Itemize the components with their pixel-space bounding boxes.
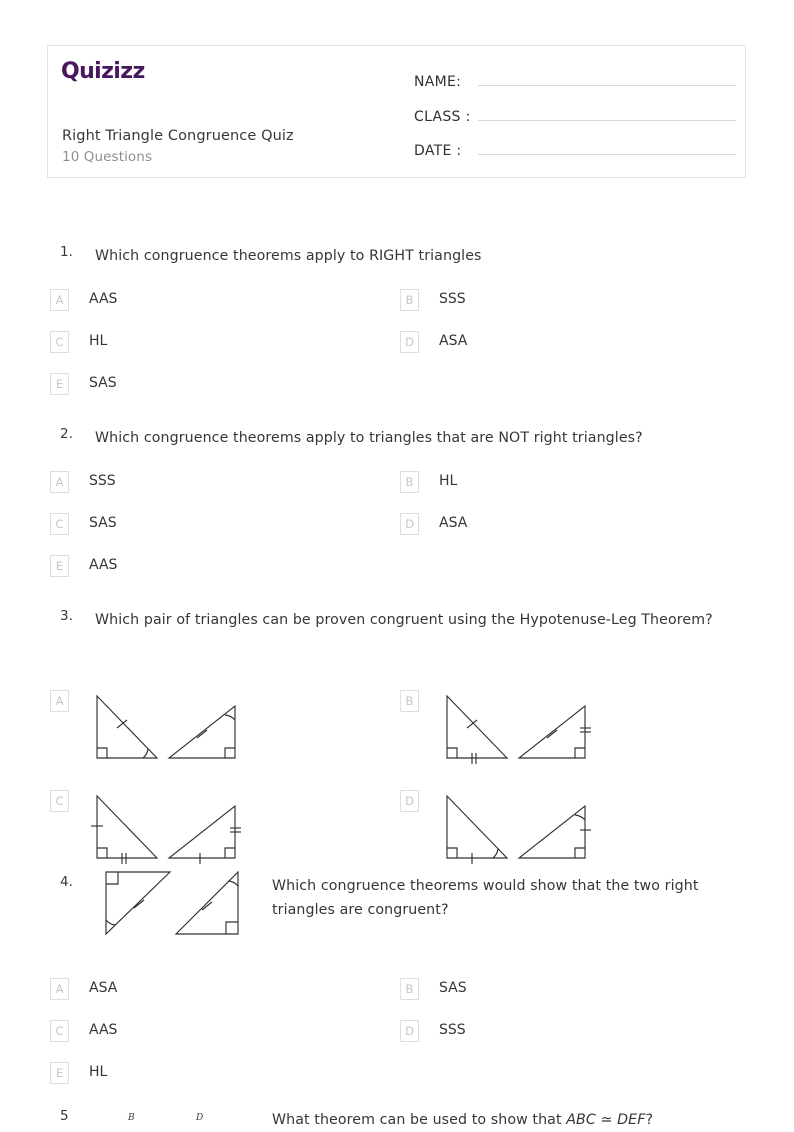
question-4-text: Which congruence theorems would show tha… (272, 878, 699, 918)
option-letter: A (50, 690, 69, 712)
name-field-row: NAME: (414, 65, 736, 100)
question-4-options: A ASA B SAS C AAS D SSS E HL (0, 978, 794, 1088)
option-label: AAS (89, 291, 118, 307)
option-c[interactable]: C (50, 790, 289, 870)
question-3-number: 3. (60, 608, 73, 624)
option-label: ASA (89, 980, 118, 996)
option-label: SSS (439, 1022, 466, 1038)
date-field-label: DATE : (414, 143, 462, 159)
option-label: SAS (89, 515, 117, 531)
option-e[interactable]: E HL (50, 1062, 107, 1084)
option-letter: D (400, 1020, 419, 1042)
option-label: SAS (439, 980, 467, 996)
triangle-pair-figure-a (89, 690, 289, 770)
class-field-row: CLASS : (414, 100, 736, 135)
question-4-inline-figure (98, 868, 258, 944)
question-1-number: 1. (60, 244, 73, 260)
date-field-row: DATE : (414, 134, 736, 169)
question-1-text: Which congruence theorems apply to RIGHT… (95, 248, 482, 264)
question-5-text-prefix: What theorem can be used to show that (272, 1112, 567, 1128)
question-3-options: A B C D (0, 650, 794, 865)
question-5-inline-figure: B D (100, 1108, 265, 1128)
option-letter: D (400, 790, 419, 812)
option-letter: C (50, 790, 69, 812)
option-d[interactable]: D SSS (400, 1020, 466, 1042)
option-d[interactable]: D ASA (400, 331, 467, 353)
option-label: SAS (89, 375, 117, 391)
triangle-pair-figure-d (439, 790, 639, 870)
question-4-number: 4. (60, 874, 73, 890)
option-letter: B (400, 471, 419, 493)
vertex-label-b: B (127, 1113, 135, 1123)
option-b[interactable]: B (400, 690, 639, 770)
option-d[interactable]: D (400, 790, 639, 870)
question-5-text-suffix: ? (645, 1112, 654, 1128)
option-letter: A (50, 289, 69, 311)
question-3-text: Which pair of triangles can be proven co… (95, 612, 713, 628)
option-a[interactable]: A ASA (50, 978, 117, 1000)
worksheet-page: Quizizz Right Triangle Congruence Quiz 1… (0, 0, 794, 1128)
question-5-text-italic: ABC ≃ DEF (566, 1112, 646, 1128)
option-c[interactable]: C HL (50, 331, 107, 353)
option-letter: B (400, 289, 419, 311)
option-a[interactable]: A (50, 690, 289, 770)
quiz-header-card: Quizizz Right Triangle Congruence Quiz 1… (47, 45, 746, 178)
question-1-options: A AAS B SSS C HL D ASA E SAS (0, 289, 794, 399)
option-label: SSS (439, 291, 466, 307)
option-letter: E (50, 373, 69, 395)
question-count: 10 Questions (62, 149, 153, 165)
question-2-text: Which congruence theorems apply to trian… (95, 430, 643, 446)
date-input[interactable] (478, 134, 736, 155)
option-label: ASA (439, 333, 468, 349)
page-title: Right Triangle Congruence Quiz (62, 128, 294, 144)
option-label: AAS (89, 1022, 118, 1038)
option-b[interactable]: B SAS (400, 978, 467, 1000)
option-letter: A (50, 471, 69, 493)
question-5-number: 5 (60, 1108, 69, 1124)
question-2-number: 2. (60, 426, 73, 442)
option-a[interactable]: A SSS (50, 471, 116, 493)
option-b[interactable]: B SSS (400, 289, 466, 311)
option-d[interactable]: D ASA (400, 513, 467, 535)
option-a[interactable]: A AAS (50, 289, 117, 311)
quizizz-logo-text: Quizizz (61, 59, 145, 84)
triangle-pair-figure-b (439, 690, 639, 770)
vertex-label-d: D (195, 1113, 203, 1123)
question-2-options: A SSS B HL C SAS D ASA E AAS (0, 471, 794, 581)
option-letter: E (50, 1062, 69, 1084)
name-input[interactable] (478, 65, 736, 86)
name-field-label: NAME: (414, 74, 462, 90)
class-input[interactable] (478, 100, 736, 121)
option-letter: C (50, 331, 69, 353)
option-label: HL (89, 333, 108, 349)
question-5-text: What theorem can be used to show that AB… (272, 1108, 794, 1132)
student-info-fields: NAME: CLASS : DATE : (414, 65, 736, 169)
option-letter: C (50, 1020, 69, 1042)
option-label: HL (89, 1064, 108, 1080)
option-letter: B (400, 690, 419, 712)
option-label: HL (439, 473, 458, 489)
option-letter: D (400, 513, 419, 535)
option-letter: E (50, 555, 69, 577)
triangle-pair-figure-c (89, 790, 289, 870)
option-letter: D (400, 331, 419, 353)
option-letter: A (50, 978, 69, 1000)
class-field-label: CLASS : (414, 108, 471, 125)
option-e[interactable]: E SAS (50, 373, 117, 395)
option-c[interactable]: C SAS (50, 513, 117, 535)
option-label: SSS (89, 473, 116, 489)
option-letter: C (50, 513, 69, 535)
option-e[interactable]: E AAS (50, 555, 117, 577)
option-letter: B (400, 978, 419, 1000)
option-label: AAS (89, 557, 118, 573)
option-label: ASA (439, 515, 468, 531)
option-b[interactable]: B HL (400, 471, 457, 493)
option-c[interactable]: C AAS (50, 1020, 117, 1042)
quizizz-logo: Quizizz (61, 59, 145, 84)
